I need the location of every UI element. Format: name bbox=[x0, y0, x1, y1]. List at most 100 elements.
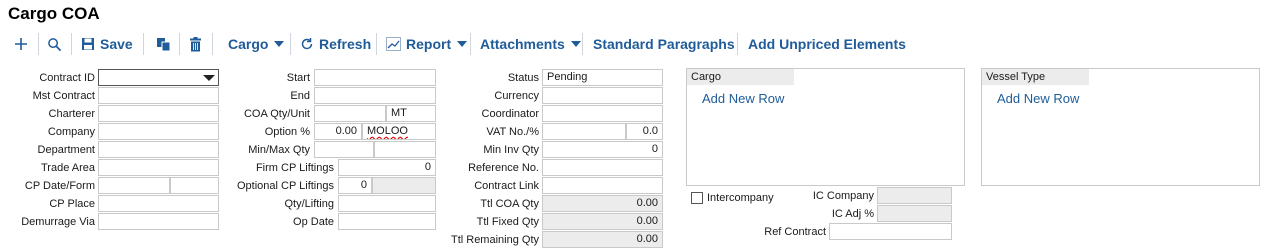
qty-lifting-label: Qty/Lifting bbox=[284, 198, 334, 210]
cargo-menu[interactable]: Cargo bbox=[228, 30, 285, 58]
toolbar-separator bbox=[737, 33, 738, 55]
standard-paragraphs-button[interactable]: Standard Paragraphs bbox=[593, 30, 735, 58]
option-pct-field[interactable]: 0.00 bbox=[314, 123, 362, 140]
intercompany-checkbox[interactable] bbox=[691, 192, 703, 204]
charterer-field[interactable] bbox=[98, 105, 219, 122]
option-code-field[interactable]: MOLOO bbox=[362, 123, 436, 140]
copy-button[interactable] bbox=[156, 30, 171, 58]
ref-contract-label: Ref Contract bbox=[764, 226, 826, 238]
contract-link-field[interactable] bbox=[542, 177, 663, 194]
add-unpriced-elements-button[interactable]: Add Unpriced Elements bbox=[748, 30, 906, 58]
optional-cp-liftings-field[interactable]: 0 bbox=[338, 177, 372, 194]
department-label: Department bbox=[37, 144, 95, 156]
refresh-button[interactable]: Refresh bbox=[300, 30, 371, 58]
op-date-label: Op Date bbox=[293, 216, 334, 228]
contract-link-label: Contract Link bbox=[474, 180, 539, 192]
toolbar-separator bbox=[143, 33, 144, 55]
toolbar-separator bbox=[179, 33, 180, 55]
ic-company-field bbox=[877, 187, 952, 204]
reference-no-field[interactable] bbox=[542, 159, 663, 176]
toolbar-separator bbox=[376, 33, 377, 55]
ttl-coa-qty-label: Ttl COA Qty bbox=[480, 198, 539, 210]
trade-area-field[interactable] bbox=[98, 159, 219, 176]
company-field[interactable] bbox=[98, 123, 219, 140]
ttl-coa-qty-field: 0.00 bbox=[542, 195, 663, 212]
ttl-fixed-qty-field: 0.00 bbox=[542, 213, 663, 230]
chevron-down-icon bbox=[274, 41, 285, 47]
op-date-field[interactable] bbox=[338, 213, 436, 230]
vat-no-pct-label: VAT No./% bbox=[486, 126, 539, 138]
add-unpriced-label: Add Unpriced Elements bbox=[748, 36, 906, 52]
cargo-panel: Cargo Add New Row bbox=[686, 68, 965, 186]
cargo-add-new-row-link[interactable]: Add New Row bbox=[702, 91, 784, 106]
cp-form-field[interactable] bbox=[170, 177, 219, 194]
option-pct-label: Option % bbox=[264, 126, 310, 138]
currency-field[interactable] bbox=[542, 87, 663, 104]
status-field[interactable]: Pending bbox=[542, 69, 663, 86]
firm-cp-liftings-field[interactable]: 0 bbox=[338, 159, 436, 176]
coa-qty-field[interactable] bbox=[314, 105, 386, 122]
min-qty-field[interactable] bbox=[314, 141, 374, 158]
cp-place-field[interactable] bbox=[98, 195, 219, 212]
optional-cp-liftings-readonly bbox=[372, 177, 436, 194]
trade-area-label: Trade Area bbox=[40, 162, 95, 174]
attachments-menu[interactable]: Attachments bbox=[480, 30, 581, 58]
save-button[interactable]: Save bbox=[81, 30, 133, 58]
refresh-icon bbox=[301, 38, 313, 50]
min-max-qty-label: Min/Max Qty bbox=[248, 144, 310, 156]
ic-adj-pct-label: IC Adj % bbox=[831, 208, 874, 220]
min-inv-qty-label: Min Inv Qty bbox=[483, 144, 539, 156]
vessel-add-new-row-link[interactable]: Add New Row bbox=[997, 91, 1079, 106]
cargo-menu-label: Cargo bbox=[228, 36, 269, 52]
firm-cp-liftings-label: Firm CP Liftings bbox=[255, 162, 334, 174]
contract-id-select[interactable] bbox=[98, 69, 219, 86]
cp-date-form-label: CP Date/Form bbox=[24, 180, 95, 192]
page-title: Cargo COA bbox=[8, 4, 100, 23]
mst-contract-label: Mst Contract bbox=[32, 90, 95, 102]
refresh-label: Refresh bbox=[319, 36, 372, 52]
intercompany-label: Intercompany bbox=[707, 192, 774, 204]
save-label: Save bbox=[100, 36, 133, 52]
contract-id-label: Contract ID bbox=[39, 72, 95, 84]
cp-date-field[interactable] bbox=[98, 177, 170, 194]
mst-contract-field[interactable] bbox=[98, 87, 219, 104]
ic-adj-pct-field bbox=[877, 205, 952, 222]
search-button[interactable] bbox=[47, 30, 62, 58]
cargo-panel-header: Cargo bbox=[687, 69, 794, 85]
vat-no-field[interactable] bbox=[542, 123, 626, 140]
department-field[interactable] bbox=[98, 141, 219, 158]
cp-place-label: CP Place bbox=[49, 198, 95, 210]
end-field[interactable] bbox=[314, 87, 436, 104]
demurrage-via-field[interactable] bbox=[98, 213, 219, 230]
vessel-type-panel: Vessel Type Add New Row bbox=[981, 68, 1260, 186]
chart-icon bbox=[386, 37, 401, 51]
ttl-remaining-qty-field: 0.00 bbox=[542, 231, 663, 248]
search-icon bbox=[48, 37, 62, 51]
report-menu[interactable]: Report bbox=[386, 30, 468, 58]
min-inv-qty-field[interactable]: 0 bbox=[542, 141, 663, 158]
start-label: Start bbox=[286, 72, 310, 84]
delete-button[interactable] bbox=[189, 30, 202, 58]
charterer-label: Charterer bbox=[48, 108, 95, 120]
vat-pct-field[interactable]: 0.0 bbox=[626, 123, 663, 140]
toolbar-separator bbox=[582, 33, 583, 55]
coordinator-label: Coordinator bbox=[481, 108, 539, 120]
coa-qty-unit-label: COA Qty/Unit bbox=[243, 108, 310, 120]
toolbar-separator bbox=[38, 33, 39, 55]
ttl-remaining-qty-label: Ttl Remaining Qty bbox=[450, 234, 539, 246]
ic-company-label: IC Company bbox=[812, 190, 874, 202]
ref-contract-field[interactable] bbox=[829, 223, 952, 240]
coa-unit-field[interactable]: MT bbox=[386, 105, 436, 122]
attachments-label: Attachments bbox=[480, 36, 565, 52]
company-label: Company bbox=[47, 126, 95, 138]
toolbar-separator bbox=[470, 33, 471, 55]
end-label: End bbox=[290, 90, 310, 102]
start-field[interactable] bbox=[314, 69, 436, 86]
add-button[interactable] bbox=[13, 30, 29, 58]
chevron-down-icon bbox=[570, 41, 581, 47]
ttl-fixed-qty-label: Ttl Fixed Qty bbox=[476, 216, 539, 228]
status-label: Status bbox=[507, 72, 539, 84]
qty-lifting-field[interactable] bbox=[338, 195, 436, 212]
coordinator-field[interactable] bbox=[542, 105, 663, 122]
max-qty-field[interactable] bbox=[374, 141, 436, 158]
